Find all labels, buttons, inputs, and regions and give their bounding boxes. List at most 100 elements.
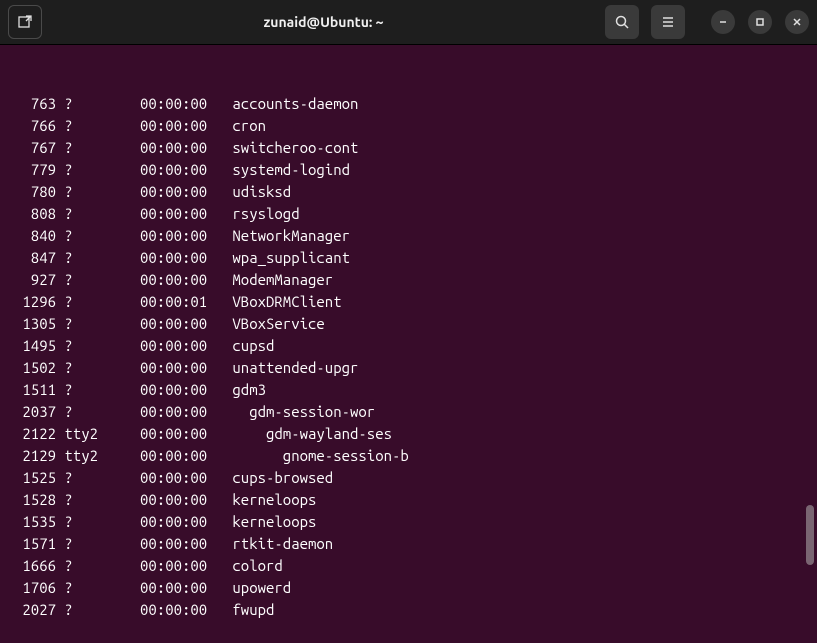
process-cmd: cupsd [207, 335, 274, 357]
maximize-button[interactable] [748, 10, 772, 34]
process-pid: 2129 [14, 445, 56, 467]
process-cmd: NetworkManager [207, 225, 350, 247]
process-row: 1495?00:00:00cupsd [14, 335, 817, 357]
process-row: 2129tty200:00:00gnome-session-b [14, 445, 817, 467]
process-pid: 840 [14, 225, 56, 247]
process-time: 00:00:00 [98, 533, 207, 555]
process-time: 00:00:00 [98, 115, 207, 137]
process-row: 1502?00:00:00unattended-upgr [14, 357, 817, 379]
titlebar: zunaid@Ubuntu: ~ [0, 0, 817, 45]
process-tty: ? [56, 379, 98, 401]
process-tty: ? [56, 291, 98, 313]
process-cmd: rsyslogd [207, 203, 299, 225]
process-tty: ? [56, 599, 98, 621]
process-cmd: udisksd [207, 181, 291, 203]
scrollbar-thumb[interactable] [806, 505, 814, 565]
process-row: 1571?00:00:00rtkit-daemon [14, 533, 817, 555]
process-time: 00:00:00 [98, 445, 207, 467]
process-cmd: colord [207, 555, 283, 577]
process-row: 2037?00:00:00gdm-session-wor [14, 401, 817, 423]
process-pid: 1296 [14, 291, 56, 313]
process-row: 1511?00:00:00gdm3 [14, 379, 817, 401]
close-button[interactable] [785, 10, 809, 34]
process-row: 766?00:00:00cron [14, 115, 817, 137]
window-title: zunaid@Ubuntu: ~ [42, 14, 605, 30]
process-row: 779?00:00:00systemd-logind [14, 159, 817, 181]
process-time: 00:00:00 [98, 335, 207, 357]
process-time: 00:00:00 [98, 247, 207, 269]
terminal-output[interactable]: 763?00:00:00accounts-daemon766?00:00:00c… [0, 45, 817, 580]
process-row: 763?00:00:00accounts-daemon [14, 93, 817, 115]
menu-button[interactable] [651, 5, 685, 39]
process-pid: 779 [14, 159, 56, 181]
process-row: 1296?00:00:01VBoxDRMClient [14, 291, 817, 313]
process-cmd: VBoxDRMClient [207, 291, 341, 313]
process-pid: 2122 [14, 423, 56, 445]
process-cmd: fwupd [207, 599, 274, 621]
process-time: 00:00:00 [98, 577, 207, 599]
process-pid: 2027 [14, 599, 56, 621]
process-row: 767?00:00:00switcheroo-cont [14, 137, 817, 159]
process-cmd: upowerd [207, 577, 291, 599]
process-row: 927?00:00:00ModemManager [14, 269, 817, 291]
process-row: 808?00:00:00rsyslogd [14, 203, 817, 225]
minimize-button[interactable] [711, 10, 735, 34]
process-row: 1706?00:00:00upowerd [14, 577, 817, 599]
process-time: 00:00:00 [98, 269, 207, 291]
process-tty: ? [56, 467, 98, 489]
process-time: 00:00:00 [98, 555, 207, 577]
process-time: 00:00:00 [98, 181, 207, 203]
process-time: 00:00:00 [98, 489, 207, 511]
process-tty: ? [56, 357, 98, 379]
process-tty: ? [56, 313, 98, 335]
process-pid: 780 [14, 181, 56, 203]
process-row: 1528?00:00:00kerneloops [14, 489, 817, 511]
process-time: 00:00:00 [98, 467, 207, 489]
process-pid: 808 [14, 203, 56, 225]
process-pid: 847 [14, 247, 56, 269]
process-cmd: unattended-upgr [207, 357, 358, 379]
process-pid: 1666 [14, 555, 56, 577]
process-tty: ? [56, 269, 98, 291]
process-cmd: gdm3 [207, 379, 266, 401]
process-pid: 766 [14, 115, 56, 137]
process-pid: 1525 [14, 467, 56, 489]
process-time: 00:00:00 [98, 357, 207, 379]
process-pid: 1571 [14, 533, 56, 555]
process-pid: 1305 [14, 313, 56, 335]
process-tty: ? [56, 247, 98, 269]
process-tty: ? [56, 335, 98, 357]
process-time: 00:00:00 [98, 313, 207, 335]
process-tty: tty2 [56, 423, 98, 445]
process-time: 00:00:00 [98, 599, 207, 621]
process-pid: 927 [14, 269, 56, 291]
process-tty: ? [56, 115, 98, 137]
process-pid: 1535 [14, 511, 56, 533]
process-time: 00:00:00 [98, 225, 207, 247]
process-pid: 1528 [14, 489, 56, 511]
search-button[interactable] [605, 5, 639, 39]
process-row: 847?00:00:00wpa_supplicant [14, 247, 817, 269]
process-row: 1666?00:00:00colord [14, 555, 817, 577]
process-tty: ? [56, 159, 98, 181]
process-cmd: gdm-session-wor [207, 401, 375, 423]
process-cmd: VBoxService [207, 313, 325, 335]
process-tty: ? [56, 137, 98, 159]
process-row: 2027?00:00:00fwupd [14, 599, 817, 621]
process-pid: 1495 [14, 335, 56, 357]
process-cmd: systemd-logind [207, 159, 350, 181]
process-cmd: kerneloops [207, 511, 316, 533]
process-row: 1535?00:00:00kerneloops [14, 511, 817, 533]
process-cmd: kerneloops [207, 489, 316, 511]
process-pid: 1706 [14, 577, 56, 599]
process-pid: 2037 [14, 401, 56, 423]
process-time: 00:00:00 [98, 159, 207, 181]
process-tty: tty2 [56, 445, 98, 467]
process-pid: 763 [14, 93, 56, 115]
process-tty: ? [56, 203, 98, 225]
new-tab-button[interactable] [8, 5, 42, 39]
process-cmd: cron [207, 115, 266, 137]
process-tty: ? [56, 93, 98, 115]
process-tty: ? [56, 577, 98, 599]
process-tty: ? [56, 401, 98, 423]
